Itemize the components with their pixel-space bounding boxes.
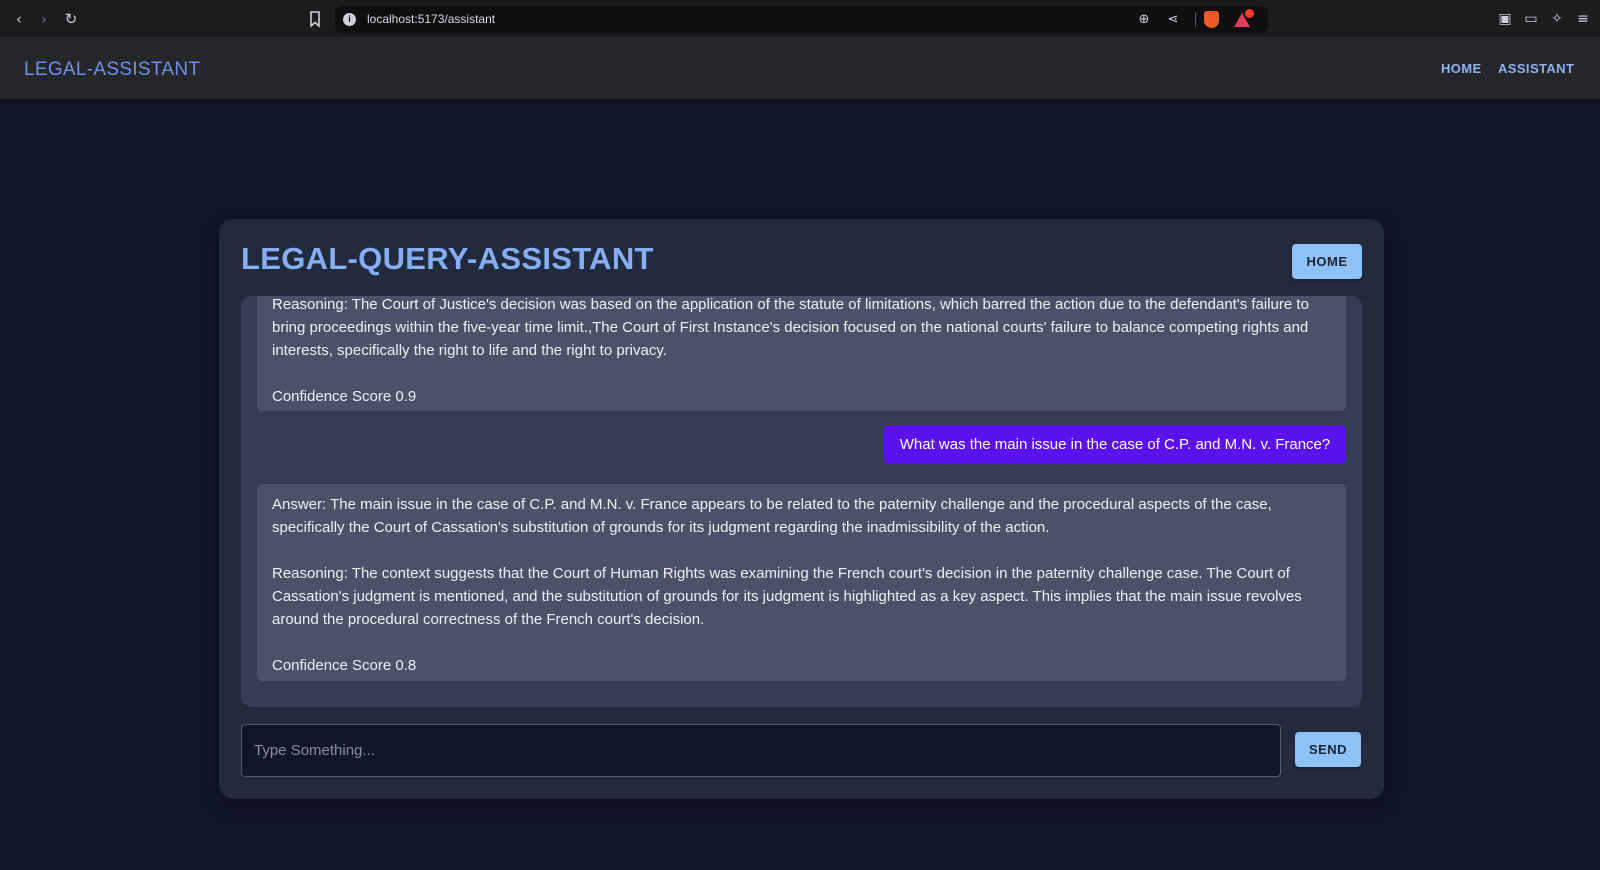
zoom-icon[interactable]: ⊕ [1135,11,1153,29]
chat-history[interactable]: Reasoning: The Court of Justice's decisi… [241,296,1362,707]
url-text[interactable]: localhost:5173/assistant [367,12,495,26]
brave-shields-icon[interactable] [1204,11,1219,28]
leo-ai-icon[interactable]: ✧ [1548,10,1566,28]
url-divider [1195,12,1196,27]
assistant-message: Reasoning: The Court of Justice's decisi… [257,296,1346,411]
message-reasoning: Reasoning: The Court of Justice's decisi… [272,296,1309,359]
nav-link-assistant[interactable]: ASSISTANT [1498,61,1574,76]
nav-link-home[interactable]: HOME [1441,61,1482,76]
bookmark-icon[interactable] [306,9,324,29]
assistant-card: LEGAL-QUERY-ASSISTANT HOME Reasoning: Th… [219,219,1384,799]
message-reasoning: Reasoning: The context suggests that the… [272,565,1302,628]
brand-logo[interactable]: LEGAL-ASSISTANT [24,59,200,81]
message-confidence: Confidence Score 0.9 [272,388,417,405]
wallet-icon[interactable]: ▭ [1522,10,1540,28]
message-confidence: Confidence Score 0.8 [272,657,417,674]
rewards-badge [1245,9,1254,18]
site-info-icon[interactable]: i [343,13,356,26]
message-input[interactable] [241,724,1281,777]
home-button[interactable]: HOME [1292,244,1362,279]
address-bar[interactable]: i localhost:5173/assistant ⊕ ⋖ [335,6,1268,33]
message-answer: Answer: The main issue in the case of C.… [272,496,1272,536]
assistant-message: Answer: The main issue in the case of C.… [257,484,1346,681]
send-button[interactable]: SEND [1295,732,1361,767]
browser-toolbar: ‹ › ↻ i localhost:5173/assistant ⊕ ⋖ ▣ ▭… [0,0,1600,38]
share-icon[interactable]: ⋖ [1164,11,1182,29]
app-navbar: LEGAL-ASSISTANT HOME ASSISTANT [0,38,1600,99]
forward-icon[interactable]: › [34,9,54,29]
reload-icon[interactable]: ↻ [61,9,81,29]
menu-icon[interactable]: ≡ [1574,10,1592,28]
back-icon[interactable]: ‹ [9,9,29,29]
user-message: What was the main issue in the case of C… [884,425,1346,464]
sidebar-icon[interactable]: ▣ [1496,10,1514,28]
page-title: LEGAL-QUERY-ASSISTANT [241,241,654,276]
